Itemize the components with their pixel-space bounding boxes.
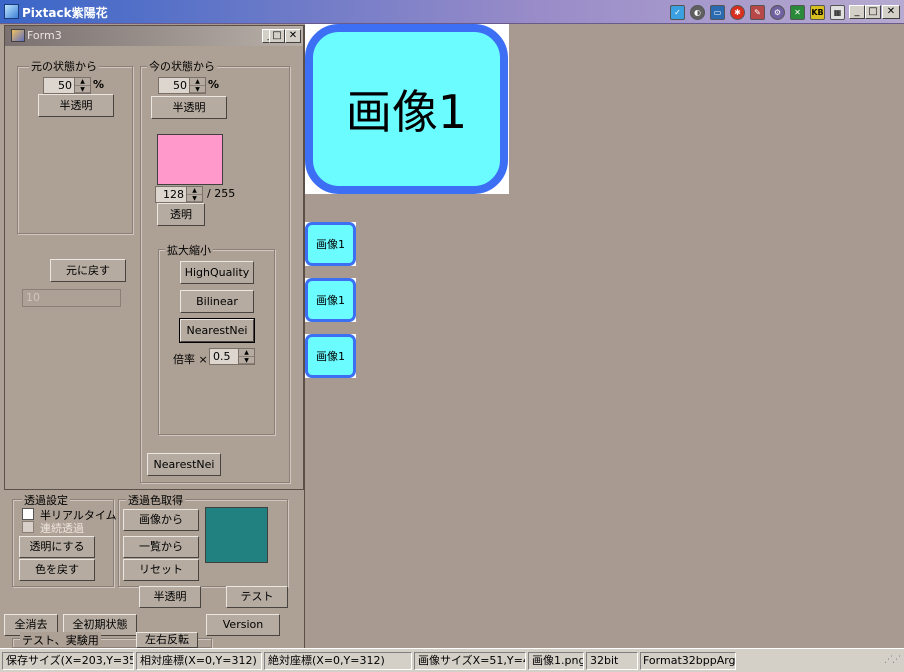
- status-save-size: 保存サイズ(X=203,Y=355): [2, 652, 134, 670]
- make-transparent-button[interactable]: 透明にする: [19, 536, 95, 558]
- main-half-transparent-button[interactable]: 半透明: [139, 586, 201, 608]
- nearest-neighbor-button[interactable]: NearestNei: [179, 318, 255, 343]
- sync-icon[interactable]: ◐: [690, 5, 705, 20]
- small-image-3[interactable]: 画像1: [305, 334, 356, 378]
- big-image-frame[interactable]: 画像1: [305, 24, 509, 194]
- continuous-label: 連続透過: [40, 522, 84, 535]
- small-image-label: 画像1: [316, 350, 345, 363]
- status-bar: 保存サイズ(X=203,Y=355) 相対座標(X=0,Y=312) 絶対座標(…: [0, 648, 904, 672]
- version-button[interactable]: Version: [206, 614, 280, 636]
- status-relative-coord: 相対座標(X=0,Y=312): [136, 652, 262, 670]
- now-group-label: 今の状態から: [147, 58, 217, 74]
- reset-button[interactable]: リセット: [123, 559, 199, 581]
- form3-maximize-button[interactable]: □: [269, 29, 285, 43]
- form3-dialog[interactable]: Form3 _ □ ✕ 元の状態から 50 ▲▼ % 半透明 今の状態から 50…: [4, 25, 304, 490]
- gear-small-icon[interactable]: ⚙: [770, 5, 785, 20]
- pick-color-group-label: 透過色取得: [126, 492, 185, 508]
- monitor-icon[interactable]: ▭: [710, 5, 725, 20]
- spin-up-icon[interactable]: ▲: [239, 349, 254, 357]
- maximize-button[interactable]: □: [865, 5, 881, 19]
- scale-ratio-spinner[interactable]: 0.5 ▲ ▼: [209, 348, 255, 365]
- form3-close-button[interactable]: ✕: [285, 29, 301, 43]
- spin-down-icon[interactable]: ▼: [187, 195, 202, 202]
- nearest-neighbor-bottom-button[interactable]: NearestNei: [147, 453, 221, 476]
- transparency-group-label: 透過設定: [22, 492, 70, 508]
- scale-ratio-label: 倍率 ×: [173, 353, 208, 366]
- spin-down-icon[interactable]: ▼: [190, 86, 205, 93]
- test-group-label: テスト、実験用: [20, 632, 101, 646]
- big-image-label: 画像1: [345, 85, 468, 139]
- orig-percent-label: %: [93, 78, 105, 91]
- status-absolute-coord: 絶対座標(X=0,Y=312): [264, 652, 412, 670]
- small-image-label: 画像1: [316, 238, 345, 251]
- now-opacity-spinner[interactable]: 50 ▲ ▼: [158, 77, 206, 94]
- orig-group-label: 元の状態から: [29, 58, 99, 74]
- continuous-checkbox[interactable]: [22, 521, 34, 533]
- spin-down-icon[interactable]: ▼: [239, 357, 254, 364]
- spin-up-icon[interactable]: ▲: [75, 78, 90, 86]
- resize-grip-icon[interactable]: ⋰⋰: [884, 656, 901, 671]
- close-button[interactable]: ✕: [882, 5, 900, 19]
- now-color-swatch[interactable]: [157, 134, 223, 185]
- form3-title-bar[interactable]: Form3 _ □ ✕: [5, 26, 303, 46]
- scale-group-label: 拡大縮小: [165, 242, 213, 258]
- excel-icon[interactable]: ✕: [790, 5, 805, 20]
- status-image-size: 画像サイズX=51,Y=43: [414, 652, 526, 670]
- picked-color-swatch[interactable]: [205, 507, 268, 563]
- small-image-1[interactable]: 画像1: [305, 222, 356, 266]
- restore-original-button[interactable]: 元に戻す: [50, 259, 126, 282]
- transparent-button[interactable]: 透明: [157, 203, 205, 226]
- from-list-button[interactable]: 一覧から: [123, 536, 199, 558]
- status-pixel-format: Format32bppArgb: [640, 652, 736, 670]
- bug-icon[interactable]: ✱: [730, 5, 745, 20]
- big-image[interactable]: 画像1: [305, 24, 508, 194]
- kb-icon[interactable]: KB: [810, 5, 825, 20]
- test-button[interactable]: テスト: [226, 586, 288, 608]
- high-quality-button[interactable]: HighQuality: [180, 261, 254, 284]
- bilinear-button[interactable]: Bilinear: [180, 290, 254, 313]
- check-icon[interactable]: ✓: [670, 5, 685, 20]
- small-image-2[interactable]: 画像1: [305, 278, 356, 322]
- form3-title: Form3: [27, 29, 62, 42]
- app-title: Pixtack紫陽花: [22, 6, 108, 20]
- minimize-button[interactable]: _: [849, 5, 865, 19]
- now-half-transparent-button[interactable]: 半透明: [151, 96, 227, 119]
- alpha-value: 128: [163, 188, 184, 201]
- spin-down-icon[interactable]: ▼: [75, 86, 90, 93]
- status-file-name: 画像1.png: [528, 652, 584, 670]
- app-icon[interactable]: [4, 4, 19, 19]
- alpha-spinner[interactable]: 128 ▲ ▼: [155, 186, 203, 203]
- spin-up-icon[interactable]: ▲: [190, 78, 205, 86]
- alpha-max-label: / 255: [207, 187, 236, 200]
- orig-half-transparent-button[interactable]: 半透明: [38, 94, 114, 117]
- calendar-icon[interactable]: ▦: [830, 5, 845, 20]
- restore-color-button[interactable]: 色を戻す: [19, 559, 95, 581]
- small-image-label: 画像1: [316, 294, 345, 307]
- disabled-number-field[interactable]: 10: [22, 289, 121, 307]
- scale-ratio-value: 0.5: [213, 350, 231, 363]
- from-image-button[interactable]: 画像から: [123, 509, 199, 531]
- now-opacity-value: 50: [173, 79, 187, 92]
- spin-up-icon[interactable]: ▲: [187, 187, 202, 195]
- orig-opacity-value: 50: [58, 79, 72, 92]
- app-title-bar[interactable]: Pixtack紫陽花 ✓ ◐ ▭ ✱ ✎ ⚙ ✕ KB ▦ _ □ ✕: [0, 0, 904, 24]
- semi-realtime-checkbox[interactable]: [22, 508, 34, 520]
- flip-horizontal-button[interactable]: 左右反転: [136, 632, 198, 648]
- now-percent-label: %: [208, 78, 220, 91]
- status-bit-depth: 32bit: [586, 652, 638, 670]
- orig-opacity-spinner[interactable]: 50 ▲ ▼: [43, 77, 91, 94]
- form3-icon: [11, 29, 25, 42]
- pen-icon[interactable]: ✎: [750, 5, 765, 20]
